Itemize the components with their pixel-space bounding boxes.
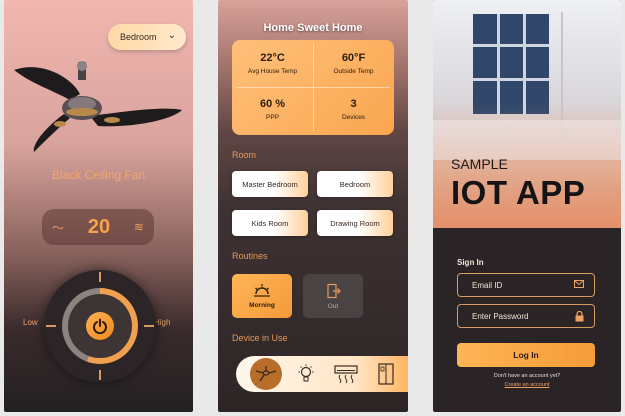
device-name: Black Ceiling Fan: [51, 168, 146, 182]
page-title: Home Sweet Home: [263, 22, 363, 34]
routine-out[interactable]: Out: [303, 274, 363, 318]
fridge-icon: [378, 363, 394, 385]
room-button-drawing-room[interactable]: Drawing Room: [317, 210, 393, 236]
power-icon: [93, 318, 107, 334]
device-air-conditioner[interactable]: [330, 358, 362, 390]
fan-control-screen: Bedroom ⌄ Black Ceiling Fan 〜 20 ≋ Low H…: [4, 0, 193, 412]
create-account-link[interactable]: Create an account: [433, 382, 621, 388]
stat-value: 60 %: [259, 98, 286, 110]
stat-label: Outside Temp: [333, 68, 374, 75]
device-fridge[interactable]: [370, 358, 402, 390]
speed-low-label: Low: [23, 318, 38, 327]
hero-subtitle: SAMPLE: [451, 156, 508, 172]
speed-high-label: High: [154, 318, 171, 327]
room-heading: Room: [232, 150, 257, 160]
room-select-value: Bedroom: [120, 32, 157, 42]
stat-avg-house-temp: 22°C Avg House Temp: [232, 52, 313, 75]
power-button[interactable]: [86, 312, 114, 340]
room-button-master-bedroom[interactable]: Master Bedroom: [232, 171, 308, 197]
email-field[interactable]: Email ID: [457, 273, 595, 297]
device-fan[interactable]: [250, 358, 282, 390]
fan-icon: [255, 366, 277, 382]
stat-value: 22°C: [260, 52, 285, 64]
password-placeholder: Enter Password: [472, 311, 529, 321]
login-screen: SAMPLE IOT APP Sign In Email ID Enter Pa…: [433, 0, 621, 412]
mail-icon: [574, 280, 584, 288]
devices-heading: Device in Use: [232, 333, 288, 343]
dial-tick-top: [99, 272, 101, 282]
chevron-down-icon: ⌄: [167, 30, 176, 41]
routine-morning[interactable]: Morning: [232, 274, 292, 318]
stats-divider-horizontal: [236, 87, 390, 88]
hero-title: IOT APP: [451, 174, 586, 211]
stat-label: PPP: [265, 114, 279, 121]
device-bulb[interactable]: [290, 358, 322, 390]
room-select-dropdown[interactable]: Bedroom ⌄: [108, 24, 186, 50]
temperature-value: 20: [87, 215, 111, 238]
air-conditioner-icon: [334, 365, 358, 383]
stat-devices: 3 Devices: [313, 98, 394, 121]
wave-mode-icon[interactable]: ≋: [134, 220, 144, 234]
no-account-text: Don't have an account yet?: [493, 373, 561, 379]
dial-tick-right: [144, 325, 154, 327]
password-field[interactable]: Enter Password: [457, 304, 595, 328]
sunrise-icon: [254, 283, 270, 297]
dial-center: [68, 294, 132, 358]
dial-tick-left: [46, 325, 56, 327]
speed-dial[interactable]: [44, 270, 156, 382]
routine-label: Out: [327, 302, 339, 310]
room-button-bedroom[interactable]: Bedroom: [317, 171, 393, 197]
temperature-control: 〜 20 ≋: [42, 209, 154, 245]
bulb-icon: [298, 364, 314, 382]
stat-value: 60°F: [341, 52, 366, 64]
ceiling-fan-image: [14, 61, 182, 152]
stat-label: Avg House Temp: [247, 68, 298, 75]
stat-value: 3: [350, 98, 357, 110]
stat-outside-temp: 60°F Outside Temp: [313, 52, 394, 75]
home-dashboard-screen: Home Sweet Home 22°C Avg House Temp 60°F…: [218, 0, 408, 412]
signin-heading: Sign In: [457, 258, 484, 267]
room-button-kids-room[interactable]: Kids Room: [232, 210, 308, 236]
login-button[interactable]: Log In: [457, 343, 595, 367]
exit-door-icon: [327, 283, 341, 298]
device-bar: [236, 356, 408, 392]
lock-icon: [575, 311, 584, 322]
hero-image: SAMPLE IOT APP: [433, 0, 621, 228]
email-placeholder: Email ID: [472, 280, 503, 290]
routine-label: Morning: [249, 301, 275, 309]
dial-tick-bottom: [99, 370, 101, 380]
routines-heading: Routines: [232, 251, 268, 261]
stat-label: Devices: [341, 114, 366, 121]
dry-mode-icon[interactable]: 〜: [52, 219, 64, 236]
stats-card: 22°C Avg House Temp 60°F Outside Temp 60…: [232, 40, 394, 135]
stat-ppp: 60 % PPP: [232, 98, 313, 121]
